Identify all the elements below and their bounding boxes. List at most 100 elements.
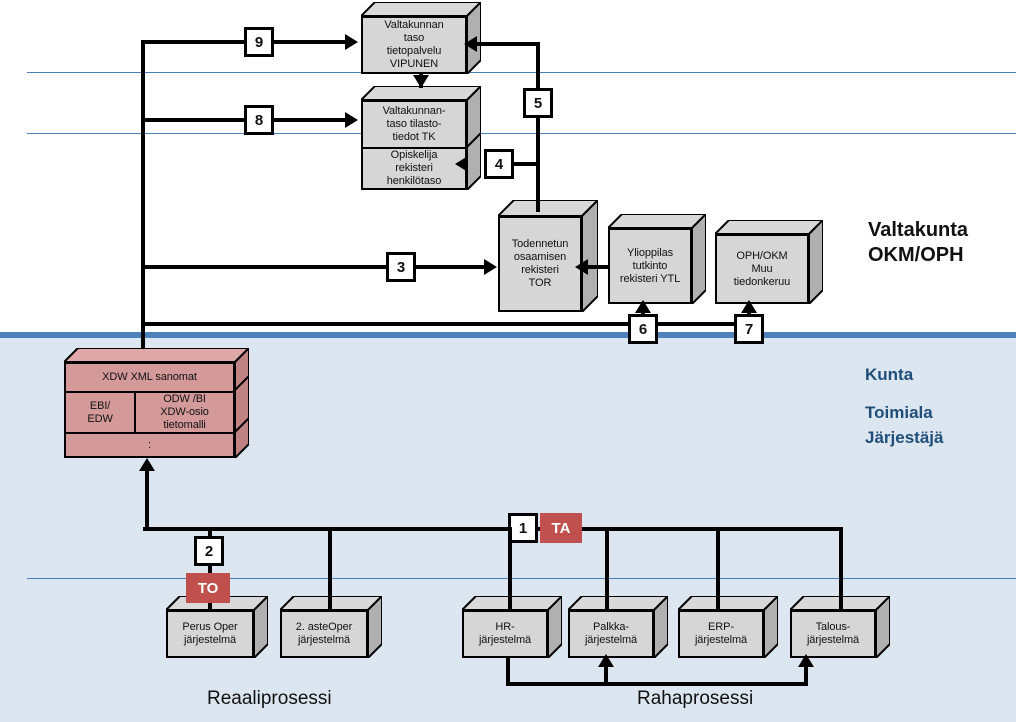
- ytl-line-3: rekisteri YTL: [619, 272, 681, 285]
- tk-line-1: Valtakunnan-: [382, 104, 446, 117]
- ytl-line-2: tutkinto: [632, 259, 668, 272]
- badge-to-label: TO: [197, 579, 219, 597]
- zone-label-jarjestaja: Järjestäjä: [865, 428, 944, 447]
- odw-line-3: tietomalli: [163, 419, 206, 432]
- connector-5-horizontal: [477, 42, 540, 46]
- connector-palkka-drop: [605, 527, 609, 610]
- marker-2[interactable]: 2: [194, 536, 224, 566]
- connector-lower-bus: [143, 527, 843, 531]
- connector-raha-horizontal: [506, 682, 808, 686]
- connector-left-trunk-lower: [141, 326, 145, 348]
- xdw-odw-bi-cell: ODW /BI XDW-osio tietomalli: [136, 393, 233, 432]
- marker-8-label: 8: [254, 111, 264, 129]
- zone-divider: [0, 332, 1016, 338]
- system-box-ytl[interactable]: Ylioppilas tutkinto rekisteri YTL: [608, 214, 706, 304]
- zone-label-toimiala-jarjestaja: Toimiala Järjestäjä: [865, 400, 943, 450]
- system-box-talous-face: Talous- järjestelmä: [790, 610, 876, 658]
- diagram-canvas: Valtakunnan taso tietopalvelu VIPUNEN Va…: [0, 0, 1016, 722]
- zone-label-toimiala: Toimiala: [865, 403, 933, 422]
- vipunen-line-2: taso: [403, 32, 425, 44]
- tor-line-3: rekisteri: [521, 264, 559, 276]
- connector-warehouse-input-line: [145, 470, 149, 530]
- marker-4-label: 4: [494, 155, 504, 173]
- system-box-hr[interactable]: HR- järjestelmä: [462, 596, 562, 658]
- system-box-tor-face: Todennetun osaamisen rekisteri TOR: [498, 216, 582, 312]
- zone-label-kunta: Kunta: [865, 362, 913, 387]
- palkka-line-1: Palkka-: [593, 621, 629, 633]
- cell-tk: Valtakunnan- taso tilasto- tiedot TK: [363, 102, 465, 147]
- opiskelija-line-1: Opiskelija: [390, 148, 438, 161]
- connector-raha-palkka-arrowhead: [598, 654, 614, 667]
- talous-line-1: Talous-: [815, 621, 851, 633]
- system-box-perus-oper[interactable]: Perus Oper järjestelmä: [166, 596, 268, 658]
- connector-hr-drop: [508, 527, 512, 610]
- marker-7-label: 7: [744, 320, 754, 338]
- connector-talous-drop: [839, 527, 843, 610]
- erp-line-1: ERP-: [708, 621, 734, 633]
- marker-9[interactable]: 9: [244, 27, 274, 57]
- aste2-line-1: 2. asteOper: [295, 621, 353, 633]
- opiskelija-line-2: rekisteri: [395, 161, 433, 174]
- perus-line-1: Perus Oper: [182, 621, 238, 633]
- guide-line-1: [27, 72, 1016, 73]
- system-box-tk-opiskelija[interactable]: Valtakunnan- taso tilasto- tiedot TK Opi…: [361, 86, 481, 190]
- connector-5-vertical: [536, 42, 540, 212]
- guide-line-2: [27, 133, 1016, 134]
- marker-6[interactable]: 6: [628, 314, 658, 344]
- marker-5[interactable]: 5: [523, 88, 553, 118]
- badge-to[interactable]: TO: [186, 573, 230, 603]
- connector-2aste-drop: [328, 527, 332, 610]
- connector-6-arrowhead: [635, 300, 651, 313]
- hr-line-2: järjestelmä: [478, 634, 532, 646]
- marker-1-label: 1: [518, 519, 528, 537]
- process-label-rahaprosessi: Rahaprosessi: [637, 688, 754, 709]
- connector-warehouse-input-arrowhead: [139, 458, 155, 471]
- system-box-2aste-face: 2. asteOper järjestelmä: [280, 610, 368, 658]
- perus-line-2: järjestelmä: [183, 634, 237, 646]
- vipunen-line-3: tietopalvelu: [386, 45, 442, 57]
- system-box-ytl-face: Ylioppilas tutkinto rekisteri YTL: [608, 228, 692, 304]
- process-label-reaaliprosessi: Reaaliprosessi: [207, 688, 332, 709]
- connector-raha-talous-arrowhead: [798, 654, 814, 667]
- marker-4[interactable]: 4: [484, 149, 514, 179]
- connector-8-arrowhead: [345, 112, 358, 128]
- odw-line-2: XDW-osio: [160, 406, 209, 419]
- ebi-line-2: EDW: [87, 412, 113, 425]
- connector-vipunen-to-tk-arrowhead: [413, 75, 429, 88]
- zone-label-valtakunta-line2: OKM/OPH: [868, 244, 964, 266]
- muu-line-1: OPH/OKM: [736, 249, 788, 262]
- xdw-header-cell: XDW XML sanomat: [66, 364, 233, 391]
- system-box-perus-face: Perus Oper järjestelmä: [166, 610, 254, 658]
- zone-label-kunta-line1: Kunta: [865, 365, 914, 384]
- system-box-vipunen[interactable]: Valtakunnan taso tietopalvelu VIPUNEN: [361, 2, 481, 74]
- system-box-palkka[interactable]: Palkka- järjestelmä: [568, 596, 668, 658]
- tk-line-2: taso tilasto-: [386, 117, 442, 130]
- marker-2-label: 2: [204, 542, 214, 560]
- marker-7[interactable]: 7: [734, 314, 764, 344]
- system-box-vipunen-face: Valtakunnan taso tietopalvelu VIPUNEN: [361, 16, 467, 74]
- system-box-muu-tiedonkeruu[interactable]: OPH/OKM Muu tiedonkeruu: [715, 220, 823, 304]
- data-warehouse-face: XDW XML sanomat EBI/ EDW ODW /BI XDW-osi…: [64, 362, 235, 458]
- palkka-line-2: järjestelmä: [584, 634, 638, 646]
- marker-8[interactable]: 8: [244, 105, 274, 135]
- system-box-muu-face: OPH/OKM Muu tiedonkeruu: [715, 234, 809, 304]
- tor-line-4: TOR: [528, 277, 552, 289]
- badge-ta[interactable]: TA: [540, 513, 582, 543]
- connector-5-arrowhead: [464, 36, 477, 52]
- system-box-tor[interactable]: Todennetun osaamisen rekisteri TOR: [498, 200, 598, 312]
- marker-3-label: 3: [396, 258, 406, 276]
- system-box-erp[interactable]: ERP- järjestelmä: [678, 596, 778, 658]
- aste2-line-2: järjestelmä: [297, 634, 351, 646]
- vipunen-line-4: VIPUNEN: [389, 58, 439, 70]
- guide-line-3: [27, 578, 1016, 579]
- zone-label-valtakunta-line1: Valtakunta: [868, 219, 969, 241]
- connector-erp-drop: [716, 527, 720, 610]
- connector-7-arrowhead: [741, 300, 757, 313]
- xdw-middle-cell: EBI/ EDW ODW /BI XDW-osio tietomalli: [66, 391, 233, 433]
- badge-ta-label: TA: [551, 519, 571, 537]
- marker-1[interactable]: 1: [508, 513, 538, 543]
- marker-3[interactable]: 3: [386, 252, 416, 282]
- ytl-line-1: Ylioppilas: [626, 246, 674, 259]
- odw-line-1: ODW /BI: [163, 393, 206, 406]
- data-warehouse-box[interactable]: XDW XML sanomat EBI/ EDW ODW /BI XDW-osi…: [64, 348, 249, 458]
